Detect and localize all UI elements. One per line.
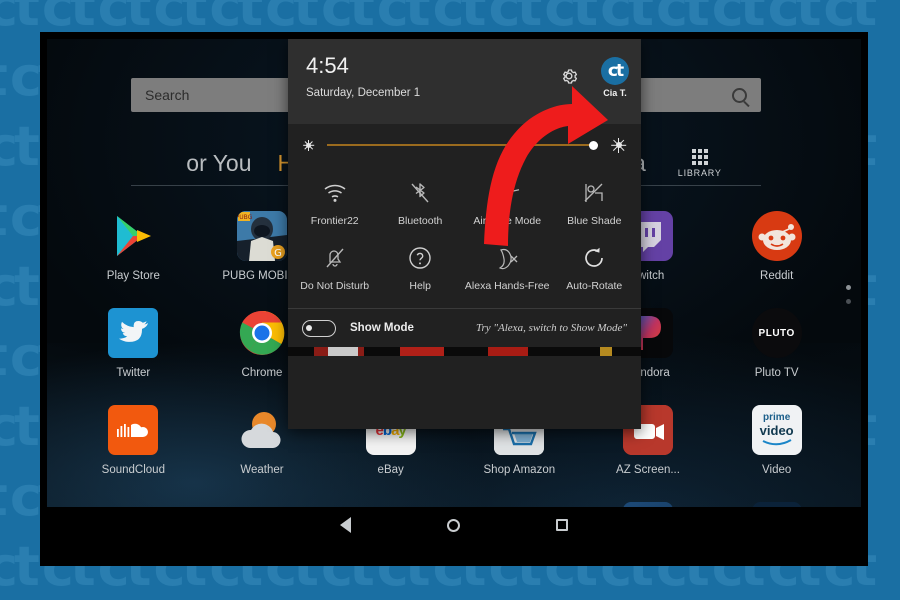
app-label: Shop Amazon [483,464,556,476]
tile-airplane-mode[interactable]: Airplane Mode [463,174,552,233]
show-mode-row[interactable]: Show Mode Try "Alexa, switch to Show Mod… [288,309,641,347]
weather-icon [237,405,287,455]
tile-label: Help [409,280,431,292]
pluto-tv-icon: PLUTO [751,308,802,358]
tile-label: Frontier22 [310,215,359,227]
app-label: Play Store [106,270,160,282]
tile-auto-rotate[interactable]: Auto-Rotate [552,239,637,298]
pluto-wordmark: PLUTO [758,327,795,339]
home-icon[interactable] [447,518,460,532]
play-store-icon [108,211,158,261]
gear-icon[interactable] [559,66,579,86]
notification-strip [288,347,641,356]
auto-rotate-icon [581,245,607,271]
tile-label: Auto-Rotate [566,280,623,292]
app-label: Video [762,464,792,476]
prime-video-icon: prime video [751,405,802,455]
app-prime-video[interactable]: prime video Video [712,405,841,476]
app-label: AZ Screen... [616,464,680,476]
tablet-screen: Search or You Home Books Vid le Newssta … [47,39,861,543]
brand-mark: ct [601,57,629,85]
alexa-hint-text: Try "Alexa, switch to Show Mode" [475,322,627,334]
show-mode-label: Show Mode [350,322,414,334]
tile-label: Do Not Disturb [300,280,370,292]
tile-alexa-hands-free[interactable]: Alexa Hands-Free [463,239,552,298]
svg-text:PUBG: PUBG [237,214,253,221]
svg-text:G: G [274,248,282,259]
notif-chip [328,347,358,356]
app-reddit[interactable]: Reddit [712,211,841,282]
page-dot-2[interactable] [846,299,851,304]
tab-for-you[interactable]: or You [186,150,251,177]
app-twitter[interactable]: Twitter [69,308,198,379]
page-indicator[interactable] [846,285,851,304]
alexa-off-icon [494,245,520,271]
reddit-icon [751,211,802,261]
library-label: LIBRARY [677,167,722,178]
quick-settings-tiles: Frontier22 Bluetooth Airplane Mode Blue … [288,166,641,308]
app-pluto-tv[interactable]: PLUTO Pluto TV [712,308,841,379]
brightness-slider-row[interactable] [288,124,641,166]
brightness-slider[interactable] [327,140,598,150]
tile-label: Bluetooth [397,215,443,227]
app-label: Weather [240,464,284,476]
brand-label: Cia T. [603,88,627,98]
notif-chip [400,347,444,356]
back-icon[interactable] [340,517,351,533]
library-button[interactable]: LIBRARY [677,148,722,178]
quick-settings-empty-area [288,380,641,429]
pubg-icon: PUBG G [236,211,287,261]
search-icon[interactable] [732,87,747,103]
tile-blue-shade[interactable]: Blue Shade [552,174,637,233]
tile-do-not-disturb[interactable]: Do Not Disturb [292,239,377,298]
show-mode-toggle[interactable] [302,319,336,337]
do-not-disturb-off-icon [322,245,348,271]
app-label: eBay [377,464,404,476]
app-label: SoundCloud [101,464,165,476]
brightness-low-icon [302,139,315,152]
bluetooth-off-icon [407,180,433,206]
tile-help[interactable]: Help [377,239,462,298]
app-label: Reddit [760,270,794,282]
tile-bluetooth[interactable]: Bluetooth [377,174,462,233]
recent-apps-icon[interactable] [556,519,568,531]
soundcloud-icon [108,405,159,455]
brightness-high-icon [610,137,627,154]
app-label: Pluto TV [754,367,799,379]
tile-label: Blue Shade [567,215,622,227]
brightness-slider-knob[interactable] [589,140,598,150]
page-root: ctctctctctctctctctctctctctctctctctctctct… [0,0,900,600]
clock-date: Saturday, December 1 [306,87,421,99]
system-navigation-bar [47,507,861,543]
quick-settings-header: 4:54 Saturday, December 1 ct Cia T. [288,39,641,124]
tablet-device-frame: Search or You Home Books Vid le Newssta … [40,32,868,566]
notif-chip [600,347,612,356]
quick-settings-panel: 4:54 Saturday, December 1 ct Cia T. Fron… [288,39,641,429]
app-label: Chrome [241,367,283,379]
wifi-icon [322,180,348,206]
prime-line2: video [759,422,794,438]
chrome-icon [237,308,287,358]
notif-chip [488,347,528,356]
grid-icon [691,148,708,165]
tile-wifi[interactable]: Frontier22 [292,174,377,233]
tile-label: Alexa Hands-Free [464,280,550,292]
brand-logo: ct Cia T. [601,57,629,98]
app-soundcloud[interactable]: SoundCloud [69,405,198,476]
app-label: Twitter [116,367,151,379]
airplane-off-icon [494,180,520,206]
blue-shade-off-icon [581,180,607,206]
page-dot-1[interactable] [846,285,851,290]
app-play-store[interactable]: Play Store [69,211,198,282]
tile-label: Airplane Mode [473,215,542,227]
help-icon [407,245,433,271]
twitter-icon [108,308,159,358]
